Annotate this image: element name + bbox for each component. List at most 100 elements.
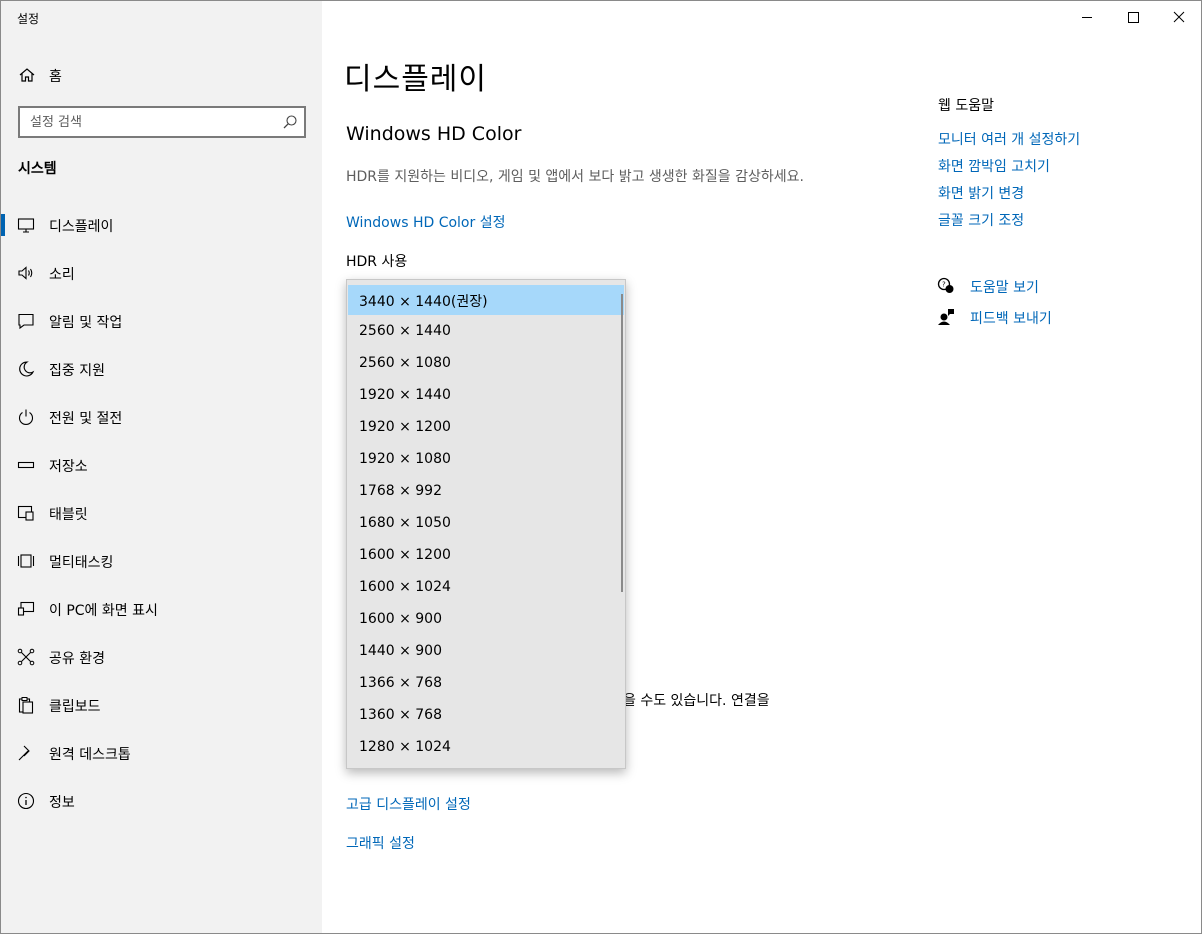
sidebar-item-label: 소리 <box>49 267 75 283</box>
sidebar-item-label: 원격 데스크톱 <box>49 747 131 763</box>
sidebar-item-label: 전원 및 절전 <box>49 411 123 427</box>
sidebar-item-label: 공유 환경 <box>49 651 105 667</box>
resolution-option-label: 1680 × 1050 <box>359 515 451 531</box>
close-button[interactable] <box>1156 1 1201 33</box>
home-label: 홈 <box>49 69 62 85</box>
tablet-icon <box>17 504 35 522</box>
settings-window: 설정 홈 시스템 디스플레이 소리 알림 및 <box>0 0 1202 934</box>
help-link-brightness[interactable]: 화면 밝기 변경 <box>938 183 1024 203</box>
sidebar-item-display[interactable]: 디스플레이 <box>1 202 322 250</box>
resolution-option-label: 1280 × 1024 <box>359 739 451 755</box>
window-title: 설정 <box>17 12 40 26</box>
share-icon <box>17 648 35 666</box>
svg-text:?: ? <box>942 281 946 289</box>
resolution-option[interactable]: 1600 × 1024 <box>348 573 624 605</box>
help-chat-icon: ? <box>937 277 955 295</box>
home-icon <box>18 66 36 84</box>
sidebar-item-clipboard[interactable]: 클립보드 <box>1 682 322 730</box>
resolution-option-label: 1600 × 900 <box>359 611 442 627</box>
settings-search[interactable] <box>18 106 306 138</box>
graphics-settings-link[interactable]: 그래픽 설정 <box>346 833 415 853</box>
sidebar-item-label: 정보 <box>49 795 75 811</box>
help-link-font-size[interactable]: 글꼴 크기 조정 <box>938 210 1024 230</box>
resolution-option-label: 2560 × 1080 <box>359 355 451 371</box>
speaker-icon <box>17 264 35 282</box>
resolution-option[interactable]: 1920 × 1200 <box>348 413 624 445</box>
get-help-action[interactable]: ? 도움말 보기 <box>937 275 1137 299</box>
sidebar-item-label: 디스플레이 <box>49 219 114 235</box>
sidebar-item-label: 멀티태스킹 <box>49 555 114 571</box>
help-link-multiple-monitors[interactable]: 모니터 여러 개 설정하기 <box>938 129 1080 149</box>
minimize-button[interactable] <box>1064 1 1110 33</box>
notification-icon <box>17 312 35 330</box>
hd-color-description: HDR를 지원하는 비디오, 게임 및 앱에서 보다 밝고 생생한 화질을 감상… <box>346 169 804 185</box>
resolution-option[interactable]: 1680 × 1050 <box>348 509 624 541</box>
resolution-option[interactable]: 1360 × 768 <box>348 701 624 733</box>
project-icon <box>17 600 35 618</box>
moon-icon <box>17 360 35 378</box>
sidebar-item-label: 저장소 <box>49 459 88 475</box>
sidebar-item-power[interactable]: 전원 및 절전 <box>1 394 322 442</box>
resolution-option-label: 1920 × 1200 <box>359 419 451 435</box>
clipboard-icon <box>17 696 35 714</box>
feedback-label: 피드백 보내기 <box>970 311 1052 327</box>
help-link-screen-flicker[interactable]: 화면 깜박임 고치기 <box>938 156 1050 176</box>
resolution-options: 3440 × 1440(권장) 2560 × 1440 2560 × 1080 192… <box>348 285 624 765</box>
sidebar-item-about[interactable]: 정보 <box>1 778 322 826</box>
resolution-option[interactable]: 2560 × 1080 <box>348 349 624 381</box>
multitasking-icon <box>17 552 35 570</box>
feedback-icon <box>937 308 955 326</box>
sidebar-item-multitasking[interactable]: 멀티태스킹 <box>1 538 322 586</box>
hd-color-settings-link[interactable]: Windows HD Color 설정 <box>346 212 505 232</box>
resolution-option-label: 1920 × 1080 <box>359 451 451 467</box>
sidebar-item-label: 알림 및 작업 <box>49 315 123 331</box>
resolution-option[interactable]: 1440 × 900 <box>348 637 624 669</box>
resolution-option[interactable]: 1366 × 768 <box>348 669 624 701</box>
sidebar-item-sound[interactable]: 소리 <box>1 250 322 298</box>
resolution-option[interactable]: 1280 × 1024 <box>348 733 624 765</box>
sidebar-item-label: 클립보드 <box>49 699 101 715</box>
resolution-option-label: 1920 × 1440 <box>359 387 451 403</box>
remote-desktop-icon <box>17 744 35 762</box>
dropdown-scrollbar[interactable] <box>621 294 623 592</box>
sidebar-item-notifications[interactable]: 알림 및 작업 <box>1 298 322 346</box>
sidebar-item-label: 태블릿 <box>49 507 88 523</box>
feedback-action[interactable]: 피드백 보내기 <box>937 306 1137 330</box>
resolution-option-label: 1366 × 768 <box>359 675 442 691</box>
resolution-option[interactable]: 2560 × 1440 <box>348 317 624 349</box>
resolution-option-label: 1600 × 1024 <box>359 579 451 595</box>
sidebar-item-project[interactable]: 이 PC에 화면 표시 <box>1 586 322 634</box>
monitor-icon <box>17 216 35 234</box>
info-icon <box>17 792 35 810</box>
minimize-icon <box>1082 17 1092 18</box>
resolution-option[interactable]: 1768 × 992 <box>348 477 624 509</box>
resolution-option-label: 3440 × 1440(권장) <box>359 294 488 310</box>
hdr-label: HDR 사용 <box>346 254 408 270</box>
sidebar-item-remote-desktop[interactable]: 원격 데스크톱 <box>1 730 322 778</box>
sidebar-item-focus-assist[interactable]: 집중 지원 <box>1 346 322 394</box>
sidebar-nav: 디스플레이 소리 알림 및 작업 집중 지원 전원 및 절전 저장소 태블릿 멀… <box>1 202 322 826</box>
advanced-display-settings-link[interactable]: 고급 디스플레이 설정 <box>346 794 471 814</box>
maximize-icon <box>1128 12 1139 23</box>
home-nav-item[interactable]: 홈 <box>1 59 322 91</box>
resolution-option[interactable]: 1600 × 1200 <box>348 541 624 573</box>
sidebar-item-shared-experiences[interactable]: 공유 환경 <box>1 634 322 682</box>
sidebar-item-label: 이 PC에 화면 표시 <box>49 603 158 619</box>
resolution-option[interactable]: 1920 × 1080 <box>348 445 624 477</box>
search-input[interactable] <box>20 108 260 136</box>
resolution-option-label: 1600 × 1200 <box>359 547 451 563</box>
close-icon <box>1173 11 1185 23</box>
resolution-option[interactable]: 1600 × 900 <box>348 605 624 637</box>
storage-icon <box>17 456 35 474</box>
search-icon[interactable] <box>282 114 298 130</box>
sidebar-item-label: 집중 지원 <box>49 363 105 379</box>
sidebar-item-storage[interactable]: 저장소 <box>1 442 322 490</box>
maximize-button[interactable] <box>1110 1 1156 33</box>
partial-description-text: 을 수도 있습니다. 연결을 <box>623 693 770 709</box>
sidebar-item-tablet[interactable]: 태블릿 <box>1 490 322 538</box>
web-help-title: 웹 도움말 <box>938 98 994 114</box>
resolution-option[interactable]: 3440 × 1440(권장) <box>348 285 624 315</box>
resolution-dropdown-list[interactable]: 3440 × 1440(권장) 2560 × 1440 2560 × 1080 192… <box>346 279 626 769</box>
hd-color-heading: Windows HD Color <box>346 123 522 145</box>
resolution-option[interactable]: 1920 × 1440 <box>348 381 624 413</box>
